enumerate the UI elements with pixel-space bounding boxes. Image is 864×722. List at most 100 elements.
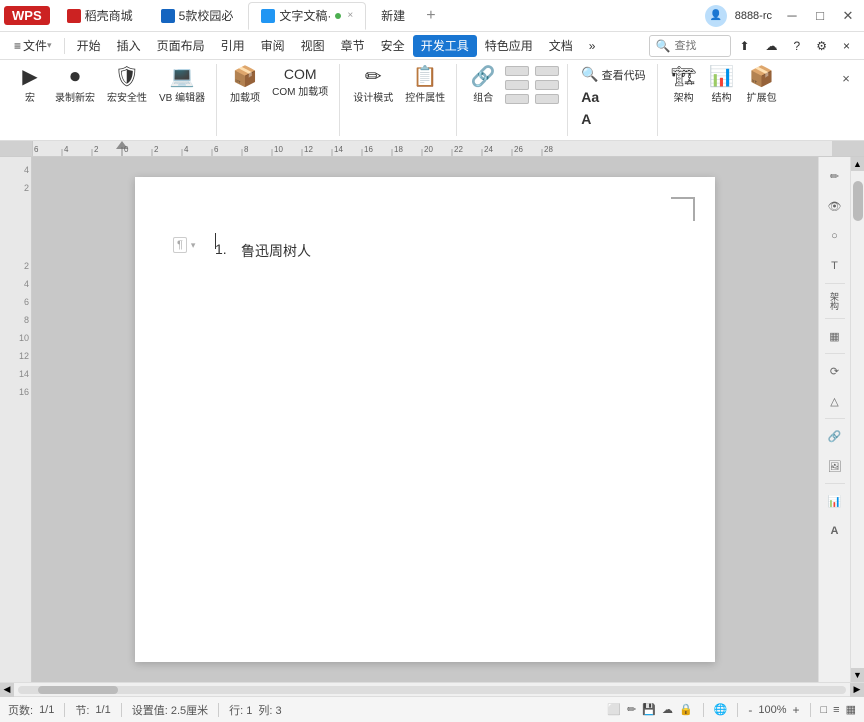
scroll-left-button[interactable]: ◀ (0, 683, 14, 697)
tab-xiaoyuan[interactable]: 5款校园必 (148, 2, 247, 30)
ribbon-btn-addins[interactable]: 📦 加载项 (225, 64, 265, 107)
menu-shitu[interactable]: 视图 (293, 35, 333, 57)
ribbon-collapse-button[interactable]: × (834, 66, 858, 90)
status-icon-1[interactable]: ⬜ (607, 703, 621, 716)
file-menu[interactable]: 文件 (23, 37, 47, 54)
ribbon-btn-combine[interactable]: 🔗 组合 (465, 64, 501, 107)
rt-view-btn[interactable]: 👁 (821, 192, 849, 220)
v-scrollbar[interactable]: ▲ ▼ (850, 157, 864, 682)
hamburger-menu[interactable]: ≡ 文件 ▾ (6, 35, 60, 57)
combine-grid-6[interactable] (535, 94, 559, 104)
security-label: 宏安全性 (107, 89, 147, 104)
rt-flow-btn[interactable]: ⟳ (821, 357, 849, 385)
scroll-track[interactable] (851, 171, 864, 668)
wps-logo[interactable]: WPS (4, 6, 50, 25)
h-scrollbar[interactable]: ◀ ▶ (0, 682, 864, 696)
settings-button[interactable]: ⚙ (808, 35, 835, 57)
para-icon[interactable]: ¶ (173, 237, 187, 253)
zoom-in-button[interactable]: + (793, 703, 800, 717)
menu-kaishi[interactable]: 开始 (69, 35, 109, 57)
status-icon-cloud[interactable]: ☁ (662, 703, 673, 716)
status-icon-lock[interactable]: 🔒 (679, 703, 693, 716)
view-icon-2[interactable]: ≡ (833, 704, 839, 716)
combine-grid-5[interactable] (535, 80, 559, 90)
h-scroll-track[interactable] (18, 686, 846, 694)
share-button[interactable]: ⬆ (731, 35, 757, 57)
vb-label: VB 编辑器 (159, 89, 205, 104)
svg-text:4: 4 (64, 145, 69, 154)
combine-grid-1[interactable] (505, 66, 529, 76)
ribbon-btn-com[interactable]: COM COM 加载项 (267, 64, 333, 101)
menu-wendang[interactable]: 文档 (541, 35, 581, 57)
cloud-icon[interactable]: ☁ (758, 35, 786, 57)
para-dropdown[interactable]: ▾ (191, 240, 196, 251)
ribbon-btn-aa[interactable]: Aa (576, 87, 650, 107)
menu-kaifa[interactable]: 开发工具 (413, 35, 477, 57)
corner-mark (671, 197, 695, 221)
close-button[interactable]: ✕ (836, 4, 860, 28)
ribbon-btn-viewcode[interactable]: 🔍 查看代码 (576, 64, 650, 85)
menu-yinyong[interactable]: 引用 (213, 35, 253, 57)
tab-wenzi[interactable]: 文字文稿· × (248, 2, 366, 30)
tab-xinjian[interactable]: 新建 (368, 2, 418, 30)
addins-label: 加载项 (230, 89, 260, 104)
rt-link-btn[interactable]: 🔗 (821, 422, 849, 450)
search-input[interactable] (674, 40, 724, 52)
status-icon-edit[interactable]: ✏ (627, 703, 636, 716)
ribbon-btn-macro[interactable]: ▶ 宏 (12, 64, 48, 107)
menu-charu[interactable]: 插入 (109, 35, 149, 57)
rt-jiegou-label[interactable]: 架构 (826, 286, 843, 316)
menu-anquan[interactable]: 安全 (373, 35, 413, 57)
view-icon-3[interactable]: ▦ (846, 703, 856, 716)
menu-shenyue[interactable]: 审阅 (253, 35, 293, 57)
tab-add-button[interactable]: + (420, 7, 441, 25)
design-label: 设计模式 (353, 89, 393, 104)
maximize-button[interactable]: □ (808, 4, 832, 28)
scroll-right-button[interactable]: ▶ (850, 683, 864, 697)
rt-chart-btn[interactable]: 📊 (821, 487, 849, 515)
zoom-out-button[interactable]: - (748, 703, 752, 717)
combine-grid-3[interactable] (505, 94, 529, 104)
combine-grid-4[interactable] (535, 66, 559, 76)
rt-a-btn[interactable]: A (821, 517, 849, 545)
h-scroll-thumb[interactable] (38, 686, 118, 694)
svg-text:4: 4 (184, 145, 189, 154)
minimize-button[interactable]: ─ (780, 4, 804, 28)
menu-more[interactable]: » (581, 35, 604, 57)
scroll-thumb[interactable] (853, 181, 863, 221)
row-label: 行: 1 (229, 702, 252, 718)
status-icon-save[interactable]: 💾 (642, 703, 656, 716)
rt-edit-btn[interactable]: ✏ (821, 162, 849, 190)
ribbon-btn-extpack[interactable]: 📦 扩展包 (742, 64, 782, 107)
ribbon-btn-a[interactable]: A (576, 109, 650, 129)
ribbon-close-button[interactable]: × (835, 35, 858, 57)
scroll-up-button[interactable]: ▲ (851, 157, 864, 171)
svg-text:10: 10 (274, 145, 283, 154)
menu-tese[interactable]: 特色应用 (477, 35, 541, 57)
props-icon: 📋 (413, 67, 438, 87)
text-cursor (215, 233, 216, 249)
rt-text-btn[interactable]: T (821, 252, 849, 280)
combine-grid-2[interactable] (505, 80, 529, 90)
scroll-down-button[interactable]: ▼ (851, 668, 864, 682)
rt-circle-btn[interactable]: ○ (821, 222, 849, 250)
tab-daoke[interactable]: 稻壳商城 (54, 2, 146, 30)
ribbon-btn-vb[interactable]: 💻 VB 编辑器 (154, 64, 210, 107)
ribbon-btn-props[interactable]: 📋 控件属性 (400, 64, 450, 107)
rt-img-btn[interactable]: 🖼 (821, 452, 849, 480)
doc-content[interactable]: 1. 鲁迅周树人 (215, 241, 665, 261)
svg-text:18: 18 (394, 145, 403, 154)
rt-shape-btn[interactable]: △ (821, 387, 849, 415)
ribbon-btn-arch[interactable]: 🏗 架构 (666, 64, 702, 107)
ribbon-btn-security[interactable]: 🛡 宏安全性 (102, 64, 152, 107)
ribbon-btn-design[interactable]: ✏ 设计模式 (348, 64, 398, 107)
menu-zhangjie[interactable]: 章节 (333, 35, 373, 57)
rt-table-btn[interactable]: ▦ (821, 322, 849, 350)
menu-yemian[interactable]: 页面布局 (149, 35, 213, 57)
tab-close-wenzi[interactable]: × (347, 10, 353, 21)
ribbon-btn-record[interactable]: ⏺ 录制新宏 (50, 64, 100, 107)
help-button[interactable]: ? (786, 35, 809, 57)
lang-icon[interactable]: 🌐 (714, 703, 728, 716)
view-icon-1[interactable]: □ (821, 704, 828, 716)
ribbon-btn-struct[interactable]: 📊 结构 (704, 64, 740, 107)
